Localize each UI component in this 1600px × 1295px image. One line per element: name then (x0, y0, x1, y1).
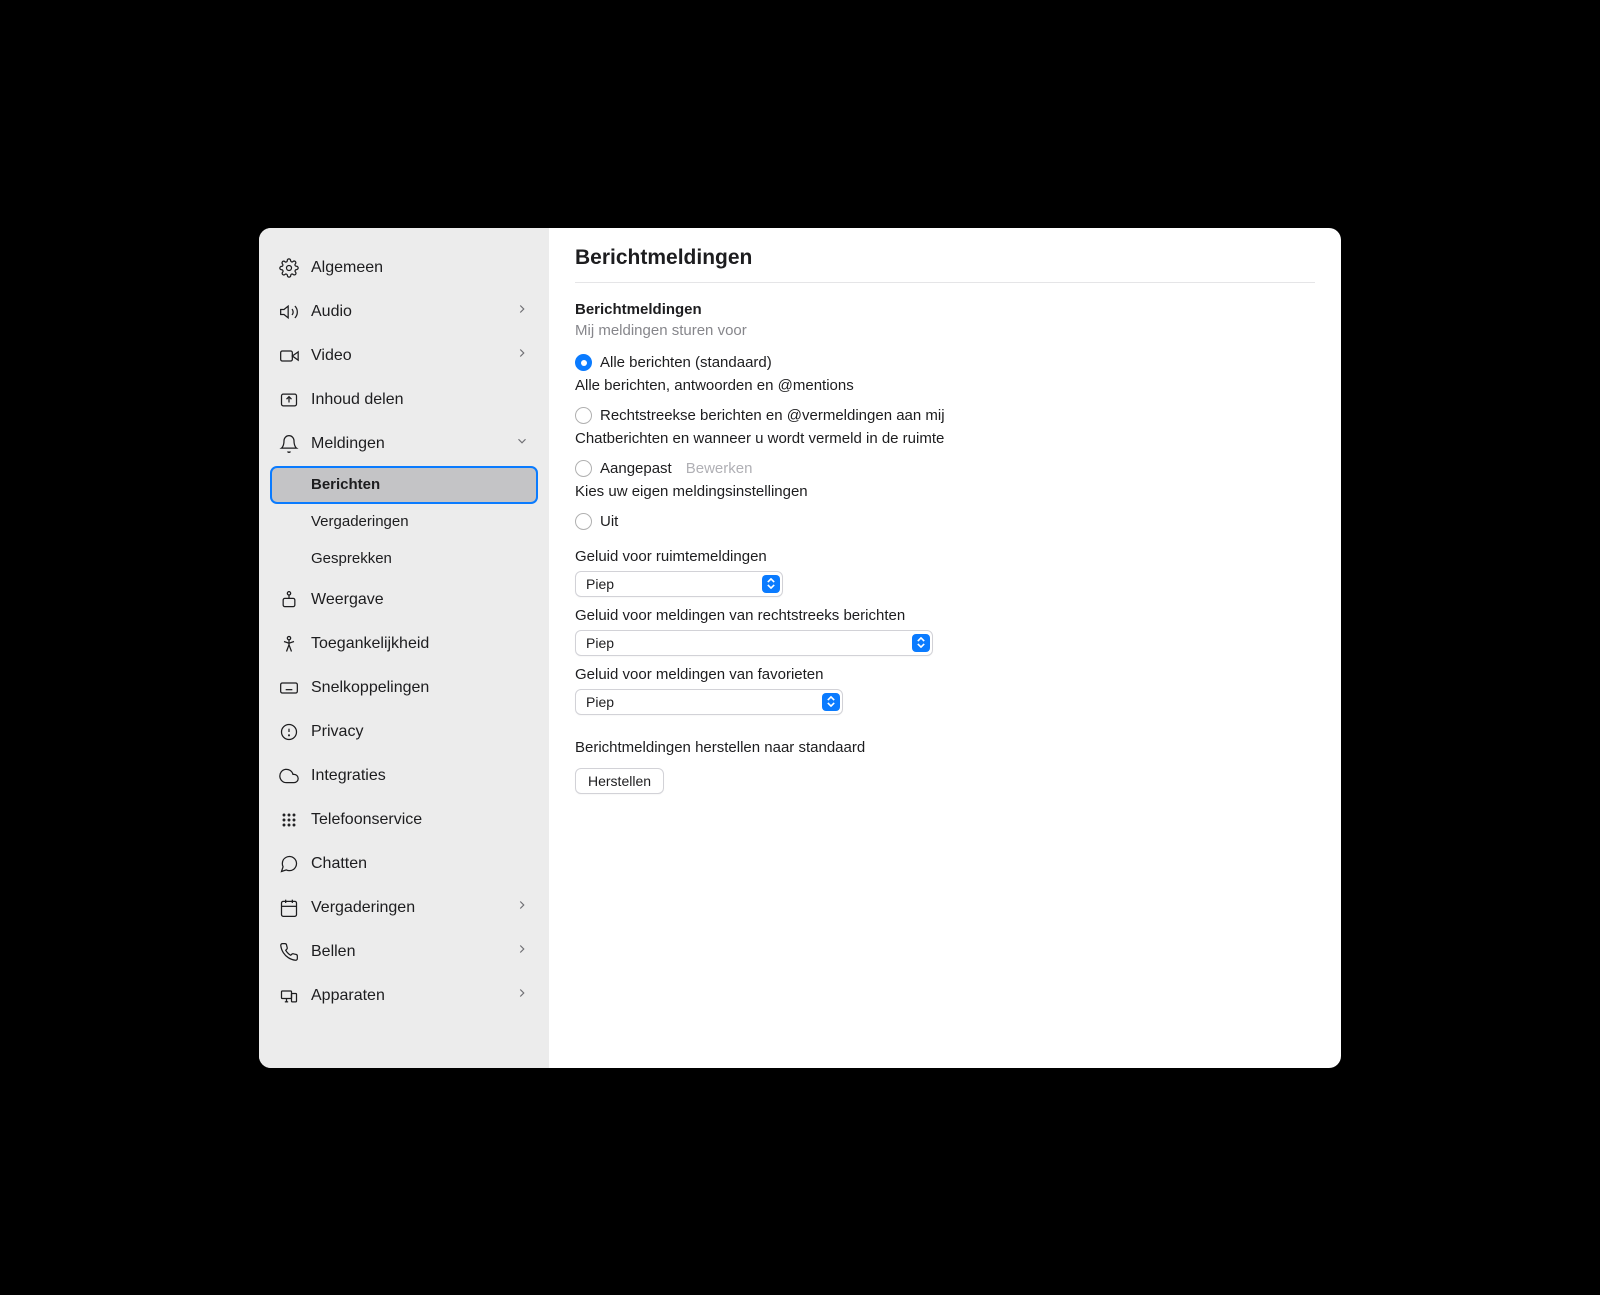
page-title: Berichtmeldingen (575, 246, 1315, 283)
radio-description: Alle berichten, antwoorden en @mentions (575, 377, 1315, 394)
sidebar-item-label: Meldingen (311, 435, 385, 453)
select-favorites-sound[interactable]: Piep (575, 689, 843, 715)
sidebar-item-label: Toegankelijkheid (311, 635, 429, 653)
select-stepper-icon (762, 575, 780, 593)
field-label: Geluid voor meldingen van rechtstreeks b… (575, 607, 1315, 624)
sidebar-item-label: Bellen (311, 943, 355, 961)
field-favorites-sound: Geluid voor meldingen van favorieten Pie… (575, 666, 1315, 715)
radio-option-direct[interactable]: Rechtstreekse berichten en @vermeldingen… (575, 404, 1315, 428)
select-value: Piep (586, 576, 614, 592)
share-icon (277, 388, 301, 412)
section-subheading: Mij meldingen sturen voor (575, 322, 1315, 339)
gear-icon (277, 256, 301, 280)
chevron-right-icon (515, 986, 529, 1005)
sidebar: Algemeen Audio Video Inhoud delen Meldin… (259, 228, 549, 1068)
select-value: Piep (586, 635, 614, 651)
sidebar-item-label: Apparaten (311, 987, 385, 1005)
radio-label: Aangepast (600, 460, 672, 477)
field-label: Geluid voor meldingen van favorieten (575, 666, 1315, 683)
edit-link[interactable]: Bewerken (686, 460, 753, 477)
sidebar-item-integrations[interactable]: Integraties (271, 754, 537, 798)
field-direct-sound: Geluid voor meldingen van rechtstreeks b… (575, 607, 1315, 656)
sidebar-item-audio[interactable]: Audio (271, 290, 537, 334)
sidebar-item-label: Video (311, 347, 352, 365)
radio-description: Chatberichten en wanneer u wordt vermeld… (575, 430, 1315, 447)
keyboard-icon (277, 676, 301, 700)
accessibility-icon (277, 632, 301, 656)
sidebar-subitem-calls[interactable]: Gesprekken (271, 541, 537, 577)
sidebar-item-devices[interactable]: Apparaten (271, 974, 537, 1018)
sidebar-subitem-label: Gesprekken (311, 550, 392, 567)
privacy-icon (277, 720, 301, 744)
select-direct-sound[interactable]: Piep (575, 630, 933, 656)
chevron-right-icon (515, 346, 529, 365)
field-room-sound: Geluid voor ruimtemeldingen Piep (575, 548, 1315, 597)
sidebar-item-share-content[interactable]: Inhoud delen (271, 378, 537, 422)
radio-icon (575, 513, 592, 530)
sidebar-item-privacy[interactable]: Privacy (271, 710, 537, 754)
dialpad-icon (277, 808, 301, 832)
radio-icon (575, 354, 592, 371)
sidebar-item-video[interactable]: Video (271, 334, 537, 378)
radio-label: Alle berichten (standaard) (600, 354, 772, 371)
sidebar-item-label: Privacy (311, 723, 363, 741)
section-heading: Berichtmeldingen (575, 301, 1315, 318)
devices-icon (277, 984, 301, 1008)
sidebar-item-general[interactable]: Algemeen (271, 246, 537, 290)
cloud-icon (277, 764, 301, 788)
sidebar-item-label: Snelkoppelingen (311, 679, 429, 697)
sidebar-item-label: Integraties (311, 767, 386, 785)
sidebar-subitem-label: Vergaderingen (311, 513, 409, 530)
chat-icon (277, 852, 301, 876)
radio-label: Rechtstreekse berichten en @vermeldingen… (600, 407, 945, 424)
sidebar-item-label: Weergave (311, 591, 384, 609)
sidebar-item-label: Chatten (311, 855, 367, 873)
speaker-icon (277, 300, 301, 324)
select-stepper-icon (822, 693, 840, 711)
sidebar-item-shortcuts[interactable]: Snelkoppelingen (271, 666, 537, 710)
radio-group-notifications: Alle berichten (standaard) Alle berichte… (575, 351, 1315, 534)
chevron-right-icon (515, 898, 529, 917)
reset-block: Berichtmeldingen herstellen naar standaa… (575, 739, 1315, 794)
radio-icon (575, 407, 592, 424)
sidebar-item-calling[interactable]: Bellen (271, 930, 537, 974)
video-icon (277, 344, 301, 368)
sidebar-item-meetings[interactable]: Vergaderingen (271, 886, 537, 930)
content-pane: Berichtmeldingen Berichtmeldingen Mij me… (549, 228, 1341, 1068)
sidebar-subitem-meetings[interactable]: Vergaderingen (271, 504, 537, 540)
select-stepper-icon (912, 634, 930, 652)
sidebar-subitem-label: Berichten (311, 476, 380, 493)
radio-option-all[interactable]: Alle berichten (standaard) (575, 351, 1315, 375)
radio-description: Kies uw eigen meldingsinstellingen (575, 483, 1315, 500)
sidebar-item-appearance[interactable]: Weergave (271, 578, 537, 622)
radio-option-custom[interactable]: Aangepast Bewerken (575, 457, 1315, 481)
button-label: Herstellen (588, 773, 651, 789)
chevron-right-icon (515, 302, 529, 321)
chevron-down-icon (515, 434, 529, 453)
sidebar-item-accessibility[interactable]: Toegankelijkheid (271, 622, 537, 666)
sidebar-item-chat[interactable]: Chatten (271, 842, 537, 886)
preferences-window: Algemeen Audio Video Inhoud delen Meldin… (259, 228, 1341, 1068)
bell-icon (277, 432, 301, 456)
sidebar-item-label: Algemeen (311, 259, 383, 277)
select-room-sound[interactable]: Piep (575, 571, 783, 597)
sidebar-item-label: Audio (311, 303, 352, 321)
radio-option-off[interactable]: Uit (575, 510, 1315, 534)
reset-button[interactable]: Herstellen (575, 768, 664, 794)
sidebar-item-phone-service[interactable]: Telefoonservice (271, 798, 537, 842)
sidebar-item-label: Vergaderingen (311, 899, 415, 917)
sidebar-item-label: Telefoonservice (311, 811, 422, 829)
reset-heading: Berichtmeldingen herstellen naar standaa… (575, 739, 1315, 756)
radio-icon (575, 460, 592, 477)
select-value: Piep (586, 694, 614, 710)
phone-icon (277, 940, 301, 964)
chevron-right-icon (515, 942, 529, 961)
sidebar-subitem-messages[interactable]: Berichten (271, 467, 537, 503)
appearance-icon (277, 588, 301, 612)
sidebar-item-label: Inhoud delen (311, 391, 404, 409)
field-label: Geluid voor ruimtemeldingen (575, 548, 1315, 565)
radio-label: Uit (600, 513, 618, 530)
calendar-icon (277, 896, 301, 920)
sidebar-item-notifications[interactable]: Meldingen (271, 422, 537, 466)
